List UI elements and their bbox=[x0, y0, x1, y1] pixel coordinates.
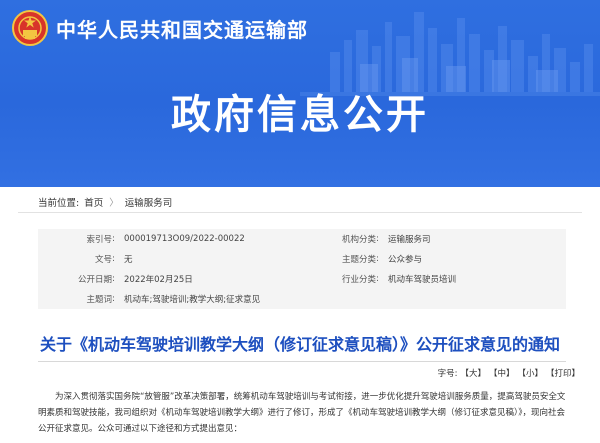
print-button[interactable]: 【打印】 bbox=[546, 367, 580, 379]
industry-category-label: 行业分类 bbox=[341, 275, 376, 285]
document-metadata-table: 索引号 : 000019713O09/2022-00022 机构分类 : 运输服… bbox=[38, 229, 566, 309]
font-size-large-button[interactable]: 【大】 bbox=[460, 367, 486, 379]
breadcrumb-separator: 〉 bbox=[109, 198, 119, 209]
document-body: 为深入贯彻落实国务院“放管服”改革决策部署，统筹机动车驾驶培训与考试衔接，进一步… bbox=[38, 389, 572, 437]
font-size-small-button[interactable]: 【小】 bbox=[517, 367, 543, 379]
industry-category-value: 机动车驾驶员培训 bbox=[388, 275, 457, 285]
publish-date-value: 2022年02月25日 bbox=[124, 275, 193, 285]
breadcrumb-divider bbox=[18, 212, 582, 213]
meta-row: 主题词 : 机动车;驾驶培训;教学大纲;征求意见 bbox=[38, 289, 566, 309]
font-size-label: 字号: bbox=[437, 369, 458, 379]
site-banner: 中华人民共和国交通运输部 政府信息公开 bbox=[0, 0, 600, 187]
title-divider bbox=[38, 361, 566, 362]
index-number-value: 000019713O09/2022-00022 bbox=[124, 234, 245, 244]
font-size-controls: 字号: 【大】 【中】 【小】 【打印】 bbox=[438, 367, 580, 379]
body-paragraph: 为深入贯彻落实国务院“放管服”改革决策部署，统筹机动车驾驶培训与考试衔接，进一步… bbox=[38, 392, 566, 434]
meta-row: 索引号 : 000019713O09/2022-00022 机构分类 : 运输服… bbox=[38, 229, 566, 249]
document-number-value: 无 bbox=[124, 255, 133, 265]
ministry-name: 中华人民共和国交通运输部 bbox=[56, 17, 308, 42]
index-number-label: 索引号 bbox=[86, 235, 112, 245]
meta-row: 文号 : 无 主题分类 : 公众参与 bbox=[38, 249, 566, 269]
org-category-label: 机构分类 bbox=[341, 235, 376, 245]
font-size-medium-button[interactable]: 【中】 bbox=[489, 367, 515, 379]
org-category-value: 运输服务司 bbox=[388, 235, 431, 245]
breadcrumb: 当前位置: 首页 〉 运输服务司 bbox=[38, 195, 172, 209]
keywords-value: 机动车;驾驶培训;教学大纲;征求意见 bbox=[124, 295, 261, 305]
meta-row: 公开日期 : 2022年02月25日 行业分类 : 机动车驾驶员培训 bbox=[38, 269, 566, 289]
theme-category-label: 主题分类 bbox=[341, 255, 376, 265]
document-title: 关于《机动车驾驶培训教学大纲（修订征求意见稿）》公开征求意见的通知 bbox=[39, 335, 560, 354]
document-number-label: 文号 bbox=[94, 255, 112, 265]
breadcrumb-department-link[interactable]: 运输服务司 bbox=[125, 195, 173, 209]
publish-date-label: 公开日期 bbox=[77, 275, 112, 285]
breadcrumb-home-link[interactable]: 首页 bbox=[84, 195, 103, 209]
breadcrumb-label: 当前位置: bbox=[38, 198, 80, 209]
theme-category-value: 公众参与 bbox=[388, 255, 423, 265]
national-emblem-icon bbox=[12, 10, 48, 46]
ministry-logo-row[interactable]: 中华人民共和国交通运输部 bbox=[12, 10, 308, 46]
keywords-label: 主题词 bbox=[86, 295, 112, 305]
banner-title: 政府信息公开 bbox=[171, 92, 429, 138]
